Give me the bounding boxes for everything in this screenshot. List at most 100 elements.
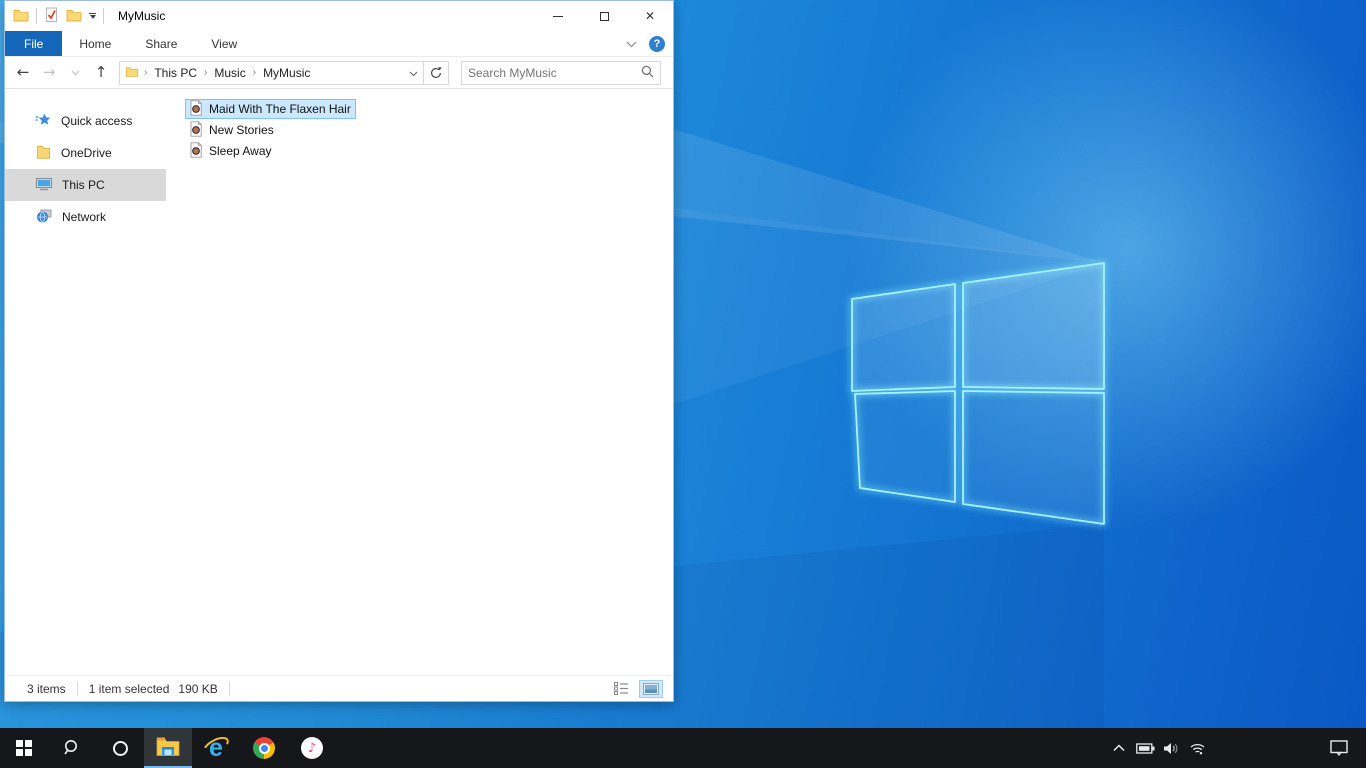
search-box <box>461 60 661 85</box>
sidebar-item-label: OneDrive <box>61 146 112 160</box>
help-button[interactable]: ? <box>649 36 665 52</box>
items-count: 3 items <box>27 681 66 696</box>
file-explorer-icon <box>156 737 180 756</box>
sidebar-item-label: Quick access <box>61 114 133 128</box>
action-center-icon <box>1330 740 1348 756</box>
breadcrumb-separator: › <box>204 67 208 78</box>
caption-buttons: ✕ <box>535 1 673 31</box>
search-icon[interactable] <box>641 65 654 81</box>
windows-start-icon <box>16 740 32 756</box>
file-name: Maid With The Flaxen Hair <box>209 102 351 116</box>
file-list[interactable]: Maid With The Flaxen Hair New Stories Sl… <box>166 89 673 675</box>
audio-file-icon <box>188 141 204 161</box>
audio-file-icon <box>188 99 204 119</box>
network-globe-icon <box>35 208 53 227</box>
tab-home[interactable]: Home <box>62 31 128 56</box>
details-view-icon <box>614 682 628 695</box>
status-separator <box>228 681 230 696</box>
file-row[interactable]: Sleep Away <box>185 141 277 161</box>
quick-access-star-icon <box>35 112 52 131</box>
breadcrumb-mymusic[interactable]: MyMusic <box>261 66 312 80</box>
titlebar-separator <box>103 8 104 24</box>
itunes-icon: ♪ <box>301 737 323 759</box>
ribbon-tabs: File Home Share View ? <box>5 31 673 57</box>
up-button[interactable]: ↑ <box>89 61 113 85</box>
expand-ribbon-chevron-icon[interactable] <box>626 37 637 51</box>
recent-locations-button[interactable] <box>63 61 87 85</box>
minimize-icon <box>553 15 563 17</box>
details-view-button[interactable] <box>610 679 633 698</box>
up-arrow-icon: ↑ <box>94 63 108 81</box>
chrome-button[interactable] <box>240 728 288 768</box>
address-folder-icon <box>125 65 139 81</box>
forward-arrow-icon: → <box>42 63 56 81</box>
refresh-button[interactable] <box>424 66 448 80</box>
taskbar-search-button[interactable] <box>48 728 96 768</box>
statusbar: 3 items 1 item selected 190 KB <box>5 675 673 701</box>
battery-button[interactable] <box>1132 728 1158 768</box>
tab-view[interactable]: View <box>194 31 254 56</box>
forward-button[interactable]: → <box>37 61 61 85</box>
sidebar-item-label: This PC <box>62 178 105 192</box>
sidebar-item-onedrive[interactable]: OneDrive <box>5 137 166 169</box>
close-button[interactable]: ✕ <box>627 1 673 31</box>
cortana-button[interactable] <box>96 728 144 768</box>
refresh-icon <box>431 66 442 78</box>
tab-share[interactable]: Share <box>128 31 194 56</box>
addressbar: ← → ↑ › This PC › Music › MyMusic <box>5 57 673 89</box>
sidebar-item-network[interactable]: Network <box>5 201 166 233</box>
navigation-pane: Quick access OneDrive This PC Network <box>5 89 166 675</box>
volume-icon <box>1163 742 1177 754</box>
file-row[interactable]: New Stories <box>185 120 279 140</box>
itunes-button[interactable]: ♪ <box>288 728 336 768</box>
address-dropdown-button[interactable] <box>403 66 423 80</box>
window-folder-icon[interactable] <box>13 7 29 26</box>
maximize-button[interactable] <box>581 1 627 31</box>
customize-quick-access-toolbar-button[interactable] <box>89 13 96 19</box>
battery-icon <box>1135 742 1154 754</box>
wifi-button[interactable] <box>1184 728 1210 768</box>
breadcrumb-this-pc[interactable]: This PC <box>152 66 199 80</box>
show-hidden-icons-button[interactable] <box>1106 728 1132 768</box>
internet-explorer-button[interactable]: e <box>192 728 240 768</box>
wifi-icon <box>1190 743 1204 754</box>
close-icon: ✕ <box>644 9 656 23</box>
address-box[interactable]: › This PC › Music › MyMusic <box>119 60 449 85</box>
sidebar-item-quick-access[interactable]: Quick access <box>5 105 166 137</box>
back-button[interactable]: ← <box>11 61 35 85</box>
sidebar-item-label: Network <box>62 210 107 224</box>
onedrive-folder-icon <box>35 144 52 163</box>
selection-count: 1 item selected <box>88 681 170 696</box>
taskbar: e ♪ <box>0 728 1366 768</box>
breadcrumb-separator: › <box>144 67 148 78</box>
tab-file[interactable]: File <box>5 31 63 56</box>
monitor-icon <box>35 176 53 195</box>
file-row[interactable]: Maid With The Flaxen Hair <box>185 99 356 119</box>
file-name: New Stories <box>209 123 274 137</box>
chevron-down-icon <box>71 70 79 75</box>
search-icon <box>64 740 77 755</box>
thumbnail-view-button[interactable] <box>639 679 663 698</box>
new-folder-button[interactable] <box>66 7 82 26</box>
search-input[interactable] <box>468 65 641 80</box>
properties-button[interactable] <box>44 7 59 26</box>
breadcrumb-music[interactable]: Music <box>212 66 247 80</box>
action-center-button[interactable] <box>1318 728 1360 768</box>
quick-access-toolbar: MyMusic <box>13 7 165 26</box>
explorer-main: Quick access OneDrive This PC Network Ma… <box>5 89 673 675</box>
internet-explorer-icon: e <box>200 733 232 761</box>
file-name: Sleep Away <box>209 144 272 158</box>
start-button[interactable] <box>0 728 48 768</box>
sidebar-item-this-pc[interactable]: This PC <box>5 169 166 201</box>
titlebar-separator <box>36 8 37 24</box>
file-explorer-window: MyMusic ✕ File Home Share View ? ← → ↑ ›… <box>4 0 674 702</box>
titlebar: MyMusic ✕ <box>5 1 673 31</box>
chevron-down-icon <box>409 71 417 76</box>
maximize-icon <box>599 11 609 21</box>
status-separator <box>76 681 78 696</box>
breadcrumb-separator: › <box>252 67 257 78</box>
volume-button[interactable] <box>1158 728 1184 768</box>
taskbar-file-explorer-button[interactable] <box>144 728 192 768</box>
minimize-button[interactable] <box>535 1 581 31</box>
thumbnail-view-icon <box>643 682 659 695</box>
